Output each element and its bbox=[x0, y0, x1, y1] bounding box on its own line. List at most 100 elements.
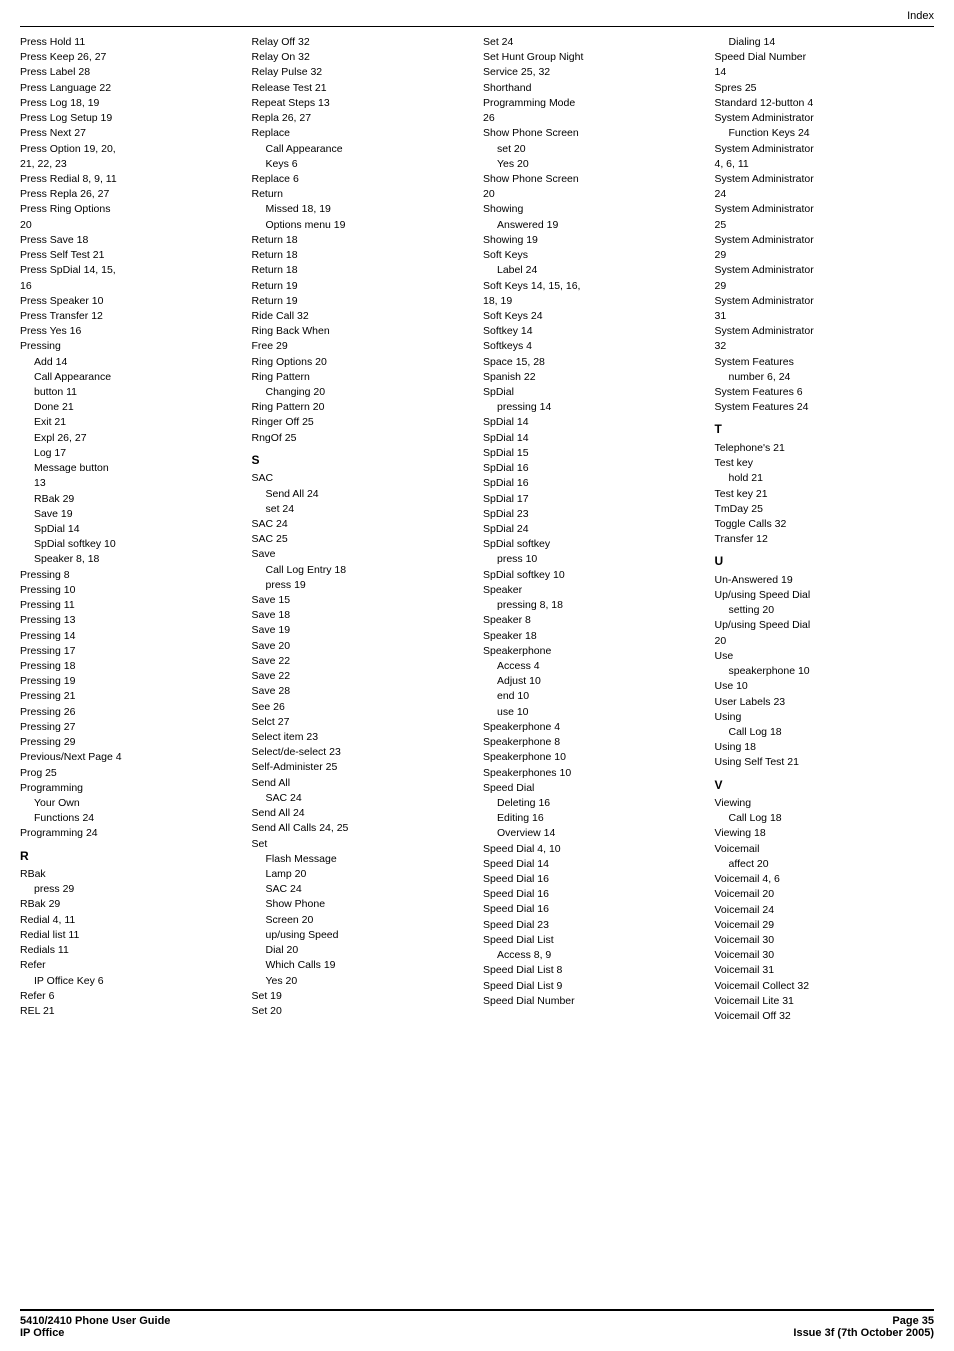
list-item: Speed Dial 16 bbox=[483, 872, 703, 887]
list-item: Exit 21 bbox=[20, 415, 240, 430]
column-4: Dialing 14Speed Dial Number14Spres 25Sta… bbox=[709, 35, 935, 1024]
list-item: Ringer Off 25 bbox=[252, 415, 472, 430]
list-item: Programming 24 bbox=[20, 826, 240, 841]
list-item: Label 24 bbox=[483, 263, 703, 278]
list-item: Press SpDial 14, 15, bbox=[20, 263, 240, 278]
list-item: Save 18 bbox=[252, 608, 472, 623]
list-item: SAC bbox=[252, 471, 472, 486]
list-item: System Administrator bbox=[715, 202, 935, 217]
list-item: 13 bbox=[20, 476, 240, 491]
list-item: Save 19 bbox=[20, 507, 240, 522]
list-item: Speakerphone bbox=[483, 644, 703, 659]
column-1: Press Hold 11Press Keep 26, 27Press Labe… bbox=[20, 35, 246, 1024]
list-item: Deleting 16 bbox=[483, 796, 703, 811]
list-item: SpDial 14 bbox=[20, 522, 240, 537]
list-item: RBak bbox=[20, 867, 240, 882]
list-item: Use 10 bbox=[715, 679, 935, 694]
list-item: Speaker bbox=[483, 583, 703, 598]
list-item: affect 20 bbox=[715, 857, 935, 872]
list-item: Select item 23 bbox=[252, 730, 472, 745]
list-item: Softkey 14 bbox=[483, 324, 703, 339]
list-item: 24 bbox=[715, 187, 935, 202]
list-item: SpDial 23 bbox=[483, 507, 703, 522]
list-item: setting 20 bbox=[715, 603, 935, 618]
list-item: RngOf 25 bbox=[252, 431, 472, 446]
list-item: SpDial 14 bbox=[483, 431, 703, 446]
list-item: up/using Speed bbox=[252, 928, 472, 943]
columns-wrapper: Press Hold 11Press Keep 26, 27Press Labe… bbox=[20, 35, 934, 1024]
list-item: RBak 29 bbox=[20, 897, 240, 912]
list-item: Voicemail Off 32 bbox=[715, 1009, 935, 1024]
list-item: SAC 24 bbox=[252, 517, 472, 532]
list-item: V bbox=[715, 777, 935, 794]
list-item: U bbox=[715, 553, 935, 570]
list-item: Speed Dial Number bbox=[715, 50, 935, 65]
list-item: Prog 25 bbox=[20, 766, 240, 781]
list-item: Pressing 13 bbox=[20, 613, 240, 628]
list-item: Save 22 bbox=[252, 654, 472, 669]
list-item: number 6, 24 bbox=[715, 370, 935, 385]
list-item: SpDial 15 bbox=[483, 446, 703, 461]
list-item: Spres 25 bbox=[715, 81, 935, 96]
list-item: Press Label 28 bbox=[20, 65, 240, 80]
list-item: end 10 bbox=[483, 689, 703, 704]
list-item: Pressing 17 bbox=[20, 644, 240, 659]
list-item: Voicemail 29 bbox=[715, 918, 935, 933]
list-item: Overview 14 bbox=[483, 826, 703, 841]
list-item: Set 24 bbox=[483, 35, 703, 50]
list-item: Voicemail 24 bbox=[715, 903, 935, 918]
list-item: 32 bbox=[715, 339, 935, 354]
list-item: Soft Keys 14, 15, 16, bbox=[483, 279, 703, 294]
list-item: Standard 12-button 4 bbox=[715, 96, 935, 111]
column-2: Relay Off 32Relay On 32Relay Pulse 32Rel… bbox=[246, 35, 478, 1024]
list-item: hold 21 bbox=[715, 471, 935, 486]
list-item: Transfer 12 bbox=[715, 532, 935, 547]
list-item: System Administrator bbox=[715, 324, 935, 339]
list-item: Speed Dial List bbox=[483, 933, 703, 948]
list-item: Shorthand bbox=[483, 81, 703, 96]
list-item: Speed Dial List 8 bbox=[483, 963, 703, 978]
list-item: Pressing 18 bbox=[20, 659, 240, 674]
footer-left: 5410/2410 Phone User Guide IP Office bbox=[20, 1315, 170, 1339]
list-item: Programming Mode bbox=[483, 96, 703, 111]
list-item: Log 17 bbox=[20, 446, 240, 461]
list-item: Release Test 21 bbox=[252, 81, 472, 96]
list-item: Press Yes 16 bbox=[20, 324, 240, 339]
list-item: System Administrator bbox=[715, 111, 935, 126]
list-item: Editing 16 bbox=[483, 811, 703, 826]
list-item: Speakerphone 10 bbox=[483, 750, 703, 765]
list-item: TmDay 25 bbox=[715, 502, 935, 517]
list-item: System Administrator bbox=[715, 142, 935, 157]
list-item: RBak 29 bbox=[20, 492, 240, 507]
list-item: Speakerphones 10 bbox=[483, 766, 703, 781]
list-item: Repla 26, 27 bbox=[252, 111, 472, 126]
list-item: Pressing 21 bbox=[20, 689, 240, 704]
list-item: IP Office Key 6 bbox=[20, 974, 240, 989]
list-item: Call Appearance bbox=[20, 370, 240, 385]
list-item: button 11 bbox=[20, 385, 240, 400]
list-item: Ring Pattern bbox=[252, 370, 472, 385]
list-item: Flash Message bbox=[252, 852, 472, 867]
list-item: Press Transfer 12 bbox=[20, 309, 240, 324]
footer: 5410/2410 Phone User Guide IP Office Pag… bbox=[20, 1309, 934, 1339]
list-item: Pressing 11 bbox=[20, 598, 240, 613]
footer-subtitle: IP Office bbox=[20, 1327, 170, 1339]
list-item: speakerphone 10 bbox=[715, 664, 935, 679]
list-item: Functions 24 bbox=[20, 811, 240, 826]
list-item: Speed Dial 16 bbox=[483, 887, 703, 902]
list-item: Speed Dial 14 bbox=[483, 857, 703, 872]
list-item: Send All 24 bbox=[252, 806, 472, 821]
list-item: Refer bbox=[20, 958, 240, 973]
list-item: Screen 20 bbox=[252, 913, 472, 928]
list-item: Speaker 8 bbox=[483, 613, 703, 628]
list-item: Viewing bbox=[715, 796, 935, 811]
list-item: Toggle Calls 32 bbox=[715, 517, 935, 532]
list-item: Voicemail 4, 6 bbox=[715, 872, 935, 887]
footer-right: Page 35 Issue 3f (7th October 2005) bbox=[793, 1315, 934, 1339]
list-item: Redials 11 bbox=[20, 943, 240, 958]
list-item: SAC 25 bbox=[252, 532, 472, 547]
list-item: User Labels 23 bbox=[715, 695, 935, 710]
list-item: Save 15 bbox=[252, 593, 472, 608]
list-item: Function Keys 24 bbox=[715, 126, 935, 141]
list-item: R bbox=[20, 848, 240, 865]
